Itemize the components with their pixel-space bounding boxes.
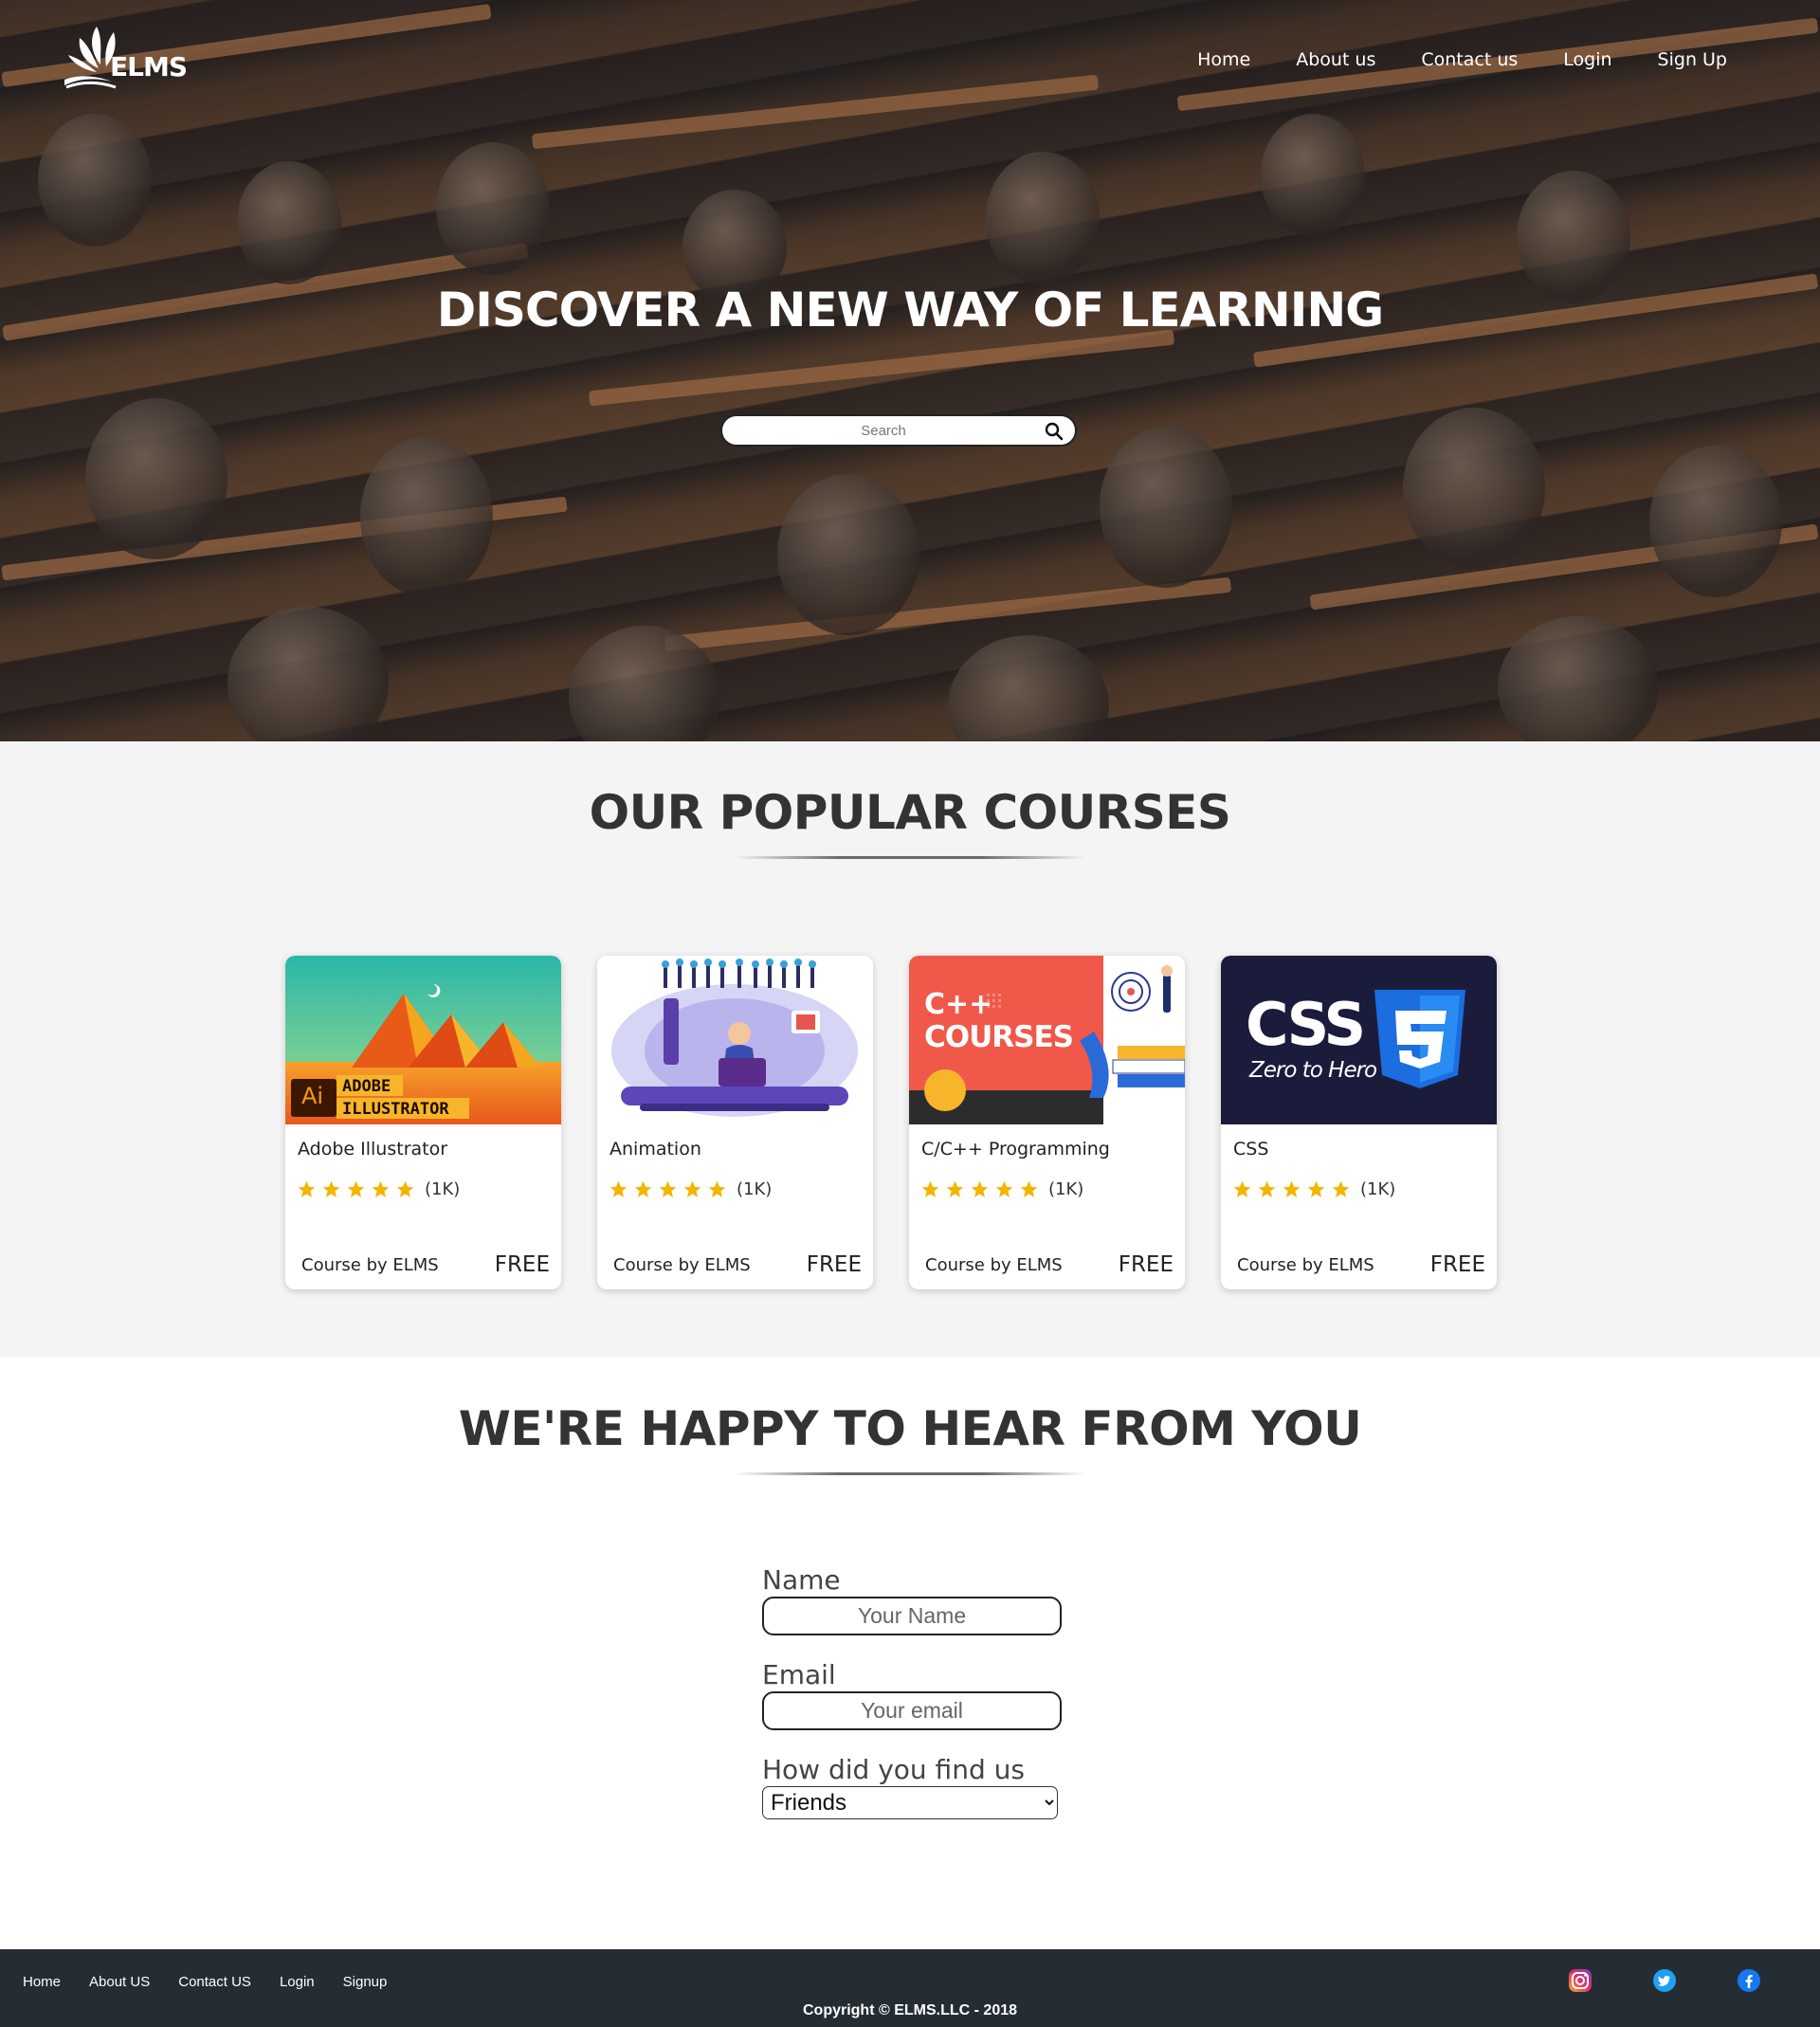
nav-contact-us[interactable]: Contact us bbox=[1421, 49, 1518, 70]
courses-title-divider bbox=[735, 856, 1085, 859]
star-icon bbox=[1233, 1180, 1251, 1197]
footer-signup-link[interactable]: Signup bbox=[343, 1974, 388, 1990]
star-icon bbox=[396, 1180, 414, 1197]
footer-login-link[interactable]: Login bbox=[280, 1974, 315, 1990]
nav-home[interactable]: Home bbox=[1197, 49, 1250, 70]
main-nav: Home About us Contact us Login Sign Up bbox=[1197, 49, 1727, 70]
star-icon bbox=[995, 1180, 1013, 1197]
illustrator-adobe-text: ADOBE bbox=[342, 1077, 391, 1096]
star-icon bbox=[921, 1180, 939, 1197]
contact-section: WE'RE HAPPY TO HEAR FROM YOU Name Email … bbox=[0, 1358, 1820, 1949]
course-price: FREE bbox=[1429, 1252, 1485, 1277]
course-thumbnail-animation bbox=[597, 956, 873, 1124]
course-author: Course by ELMS bbox=[925, 1255, 1063, 1275]
hero-section: ELMS Home About us Contact us Login Sign… bbox=[0, 0, 1820, 741]
rating-count: (1K) bbox=[1360, 1179, 1396, 1199]
source-select[interactable]: Friends bbox=[762, 1786, 1058, 1819]
star-icon bbox=[634, 1180, 652, 1197]
email-field[interactable] bbox=[762, 1691, 1062, 1730]
star-icon bbox=[1020, 1180, 1038, 1197]
star-icon bbox=[1332, 1180, 1350, 1197]
popular-courses-section: OUR POPULAR COURSES Ai ADOBE ILLUSTRATOR… bbox=[0, 741, 1820, 1358]
nav-about-us[interactable]: About us bbox=[1296, 49, 1375, 70]
course-price: FREE bbox=[806, 1252, 862, 1277]
elms-logo[interactable]: ELMS bbox=[59, 19, 188, 93]
instagram-icon[interactable] bbox=[1568, 1968, 1592, 1993]
source-label: How did you find us bbox=[762, 1754, 1025, 1785]
name-label: Name bbox=[762, 1564, 841, 1596]
course-title: CSS bbox=[1233, 1139, 1269, 1160]
course-price: FREE bbox=[494, 1252, 550, 1277]
search-icon[interactable] bbox=[1045, 422, 1064, 441]
logo-text: ELMS bbox=[110, 51, 188, 82]
course-price: FREE bbox=[1118, 1252, 1174, 1277]
hero-title: DISCOVER A NEW WAY OF LEARNING bbox=[436, 283, 1384, 338]
search-input[interactable] bbox=[722, 416, 1045, 445]
email-label: Email bbox=[762, 1659, 836, 1690]
illustrator-label-text: ILLUSTRATOR bbox=[342, 1100, 449, 1119]
rating-count: (1K) bbox=[1048, 1179, 1084, 1199]
star-icon bbox=[708, 1180, 726, 1197]
star-icon bbox=[322, 1180, 340, 1197]
course-rating: (1K) bbox=[1232, 1179, 1395, 1199]
cpp-thumb-title: C++ bbox=[924, 988, 993, 1021]
course-title: Adobe Illustrator bbox=[298, 1139, 448, 1160]
illustrator-ai-text: Ai bbox=[301, 1083, 324, 1109]
star-icon bbox=[298, 1180, 316, 1197]
course-author: Course by ELMS bbox=[301, 1255, 439, 1275]
footer-about-link[interactable]: About US bbox=[89, 1974, 150, 1990]
facebook-icon[interactable] bbox=[1737, 1968, 1761, 1993]
contact-title: WE'RE HAPPY TO HEAR FROM YOU bbox=[458, 1401, 1362, 1456]
star-icon bbox=[347, 1180, 365, 1197]
hero-background-image bbox=[0, 0, 1820, 741]
star-icon bbox=[372, 1180, 390, 1197]
star-icon bbox=[1283, 1180, 1301, 1197]
site-footer: Home About US Contact US Login Signup Co… bbox=[0, 1949, 1820, 2027]
css-thumb-subtitle: Zero to Hero bbox=[1249, 1058, 1377, 1083]
contact-title-divider bbox=[735, 1472, 1085, 1475]
courses-title: OUR POPULAR COURSES bbox=[589, 785, 1231, 840]
star-icon bbox=[1258, 1180, 1276, 1197]
rating-count: (1K) bbox=[737, 1179, 773, 1199]
course-rating: (1K) bbox=[609, 1179, 772, 1199]
footer-nav: Home About US Contact US Login Signup bbox=[23, 1974, 387, 1990]
star-icon bbox=[610, 1180, 628, 1197]
copyright-text: Copyright © ELMS.LLC - 2018 bbox=[802, 2002, 1018, 2018]
star-icon bbox=[659, 1180, 677, 1197]
css-thumb-title: CSS bbox=[1246, 990, 1366, 1059]
course-card-adobe-illustrator[interactable]: Ai ADOBE ILLUSTRATOR Adobe Illustrator (… bbox=[285, 956, 561, 1289]
star-icon bbox=[971, 1180, 989, 1197]
star-icon bbox=[683, 1180, 701, 1197]
star-icon bbox=[1307, 1180, 1325, 1197]
twitter-icon[interactable] bbox=[1652, 1968, 1677, 1993]
course-rating: (1K) bbox=[297, 1179, 460, 1199]
course-card-cpp-programming[interactable]: C++ COURSES C/C++ Programming (1K) Cours… bbox=[909, 956, 1185, 1289]
course-title: Animation bbox=[610, 1139, 701, 1160]
cpp-thumb-subtitle: COURSES bbox=[924, 1020, 1074, 1054]
name-field[interactable] bbox=[762, 1597, 1062, 1635]
course-card-css[interactable]: CSS Zero to Hero CSS (1K) Course by ELMS… bbox=[1221, 956, 1497, 1289]
course-author: Course by ELMS bbox=[613, 1255, 751, 1275]
star-icon bbox=[946, 1180, 964, 1197]
search-bar bbox=[720, 414, 1077, 447]
course-card-animation[interactable]: Animation (1K) Course by ELMS FREE bbox=[597, 956, 873, 1289]
footer-contact-link[interactable]: Contact US bbox=[178, 1974, 251, 1990]
nav-login[interactable]: Login bbox=[1563, 49, 1611, 70]
footer-home-link[interactable]: Home bbox=[23, 1974, 61, 1990]
nav-sign-up[interactable]: Sign Up bbox=[1658, 49, 1727, 70]
rating-count: (1K) bbox=[425, 1179, 461, 1199]
course-author: Course by ELMS bbox=[1237, 1255, 1374, 1275]
course-rating: (1K) bbox=[920, 1179, 1083, 1199]
course-title: C/C++ Programming bbox=[921, 1139, 1110, 1160]
